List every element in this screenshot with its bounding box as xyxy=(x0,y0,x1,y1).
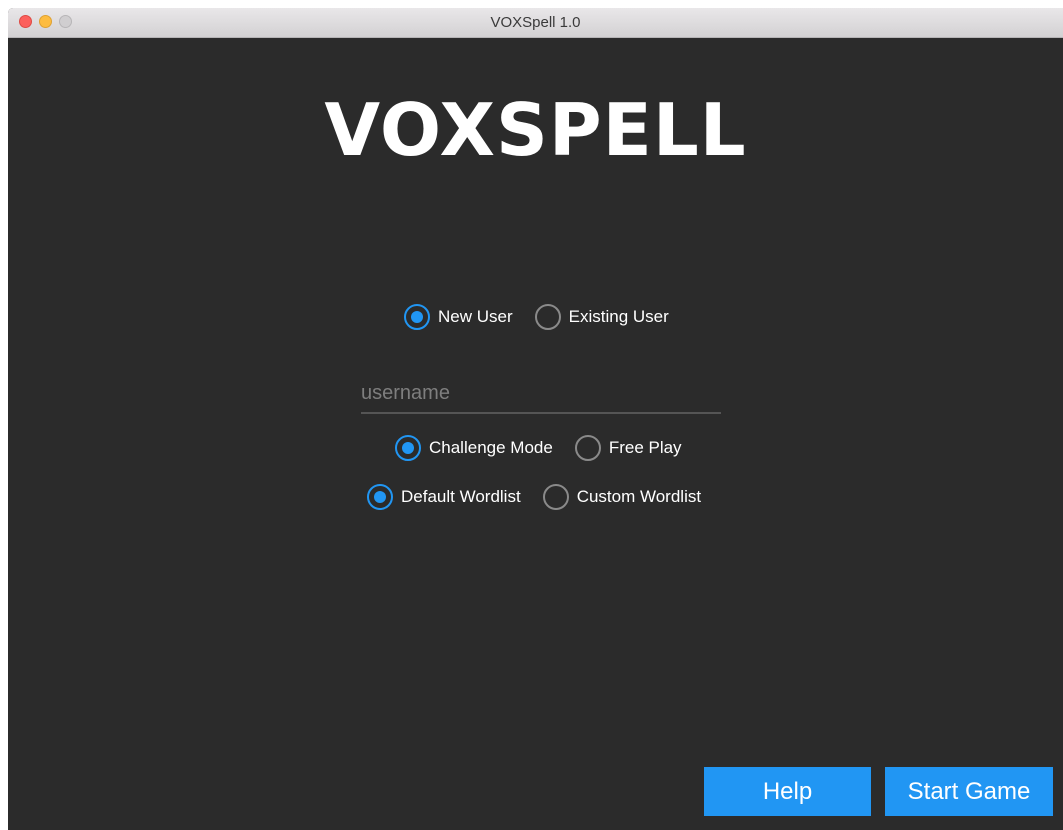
free-play-label: Free Play xyxy=(608,438,682,457)
game-mode-group: Challenge Mode Free Play xyxy=(395,435,682,461)
window-title: VOXSpell 1.0 xyxy=(490,14,581,31)
existing-user-radio[interactable]: Existing User xyxy=(534,304,669,330)
default-wordlist-radio[interactable]: Default Wordlist xyxy=(367,484,521,510)
existing-user-label: Existing User xyxy=(568,307,669,326)
radio-selected-icon xyxy=(367,484,393,510)
new-user-label: New User xyxy=(438,307,513,326)
main-content: VOXSPELL New User Existing User Challeng… xyxy=(8,38,1063,830)
custom-wordlist-label: Custom Wordlist xyxy=(576,487,702,506)
username-input[interactable] xyxy=(361,374,721,414)
radio-selected-icon xyxy=(404,304,430,330)
free-play-radio[interactable]: Free Play xyxy=(574,435,682,461)
title-bar: VOXSpell 1.0 xyxy=(8,8,1063,38)
radio-unselected-icon xyxy=(534,304,561,330)
new-user-radio[interactable]: New User xyxy=(404,304,513,330)
radio-selected-icon xyxy=(395,435,421,461)
user-type-group: New User Existing User xyxy=(404,304,669,330)
challenge-mode-label: Challenge Mode xyxy=(429,438,553,457)
help-button[interactable]: Help xyxy=(704,767,871,816)
start-game-button[interactable]: Start Game xyxy=(885,767,1053,816)
radio-unselected-icon xyxy=(542,484,569,510)
default-wordlist-label: Default Wordlist xyxy=(401,487,521,506)
app-logo: VOXSPELL xyxy=(324,88,747,172)
radio-unselected-icon xyxy=(574,435,601,461)
wordlist-group: Default Wordlist Custom Wordlist xyxy=(367,484,701,510)
app-window: VOXSpell 1.0 VOXSPELL New User Existing … xyxy=(8,8,1063,830)
custom-wordlist-radio[interactable]: Custom Wordlist xyxy=(542,484,702,510)
challenge-mode-radio[interactable]: Challenge Mode xyxy=(395,435,553,461)
